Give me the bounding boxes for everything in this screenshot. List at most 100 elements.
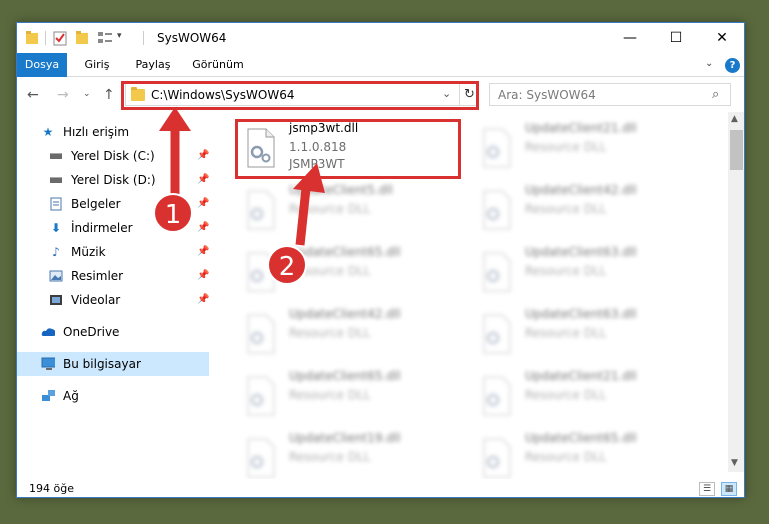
videos-icon [50,295,62,305]
scroll-down-icon[interactable]: ▼ [731,458,738,468]
file-description: Resource DLL [525,388,607,402]
details-view-icon[interactable]: ☰ [699,482,715,496]
file-version: 1.1.0.818 [289,140,347,154]
tiles-view-icon[interactable]: ▦ [721,482,737,496]
customize-chevron-icon[interactable]: ▾ [117,31,122,41]
dll-file-icon [483,252,511,292]
step-2-badge: 2 [267,245,307,285]
file-tile[interactable]: UpdateClient21.dll Resource DLL [475,366,695,426]
address-path[interactable]: C:\Windows\SysWOW64 [151,88,295,102]
navigation-bar: ← → ⌄ ↑ C:\Windows\SysWOW64 ⌄ ↻ Ara: Sys… [17,78,744,112]
sidebar-item-label: İndirmeler [71,221,133,235]
back-arrow-icon[interactable]: ← [27,87,39,103]
title-bar: ▾ SysWOW64 — ☐ ✕ [17,23,744,53]
drive-icon [50,153,62,159]
music-icon: ♪ [52,245,60,259]
tab-home[interactable]: Giriş [79,53,115,77]
minimize-button[interactable]: — [607,23,653,53]
pin-icon: 📌 [197,150,210,161]
refresh-icon[interactable]: ↻ [459,84,479,105]
file-name: UpdateClient21.dll [525,121,637,135]
search-box[interactable]: Ara: SysWOW64 ⌕ [489,83,731,106]
help-icon[interactable]: ? [725,58,740,73]
dll-file-icon [483,128,511,168]
file-tile-jsmp3wt[interactable]: jsmp3wt.dll 1.1.0.818 JSMP3WT [239,118,459,178]
address-bar[interactable]: C:\Windows\SysWOW64 ⌄ ↻ [125,83,479,106]
sidebar-item-videos[interactable]: Videolar 📌 [17,288,209,312]
file-name: UpdateClient63.dll [525,307,637,321]
status-bar: 194 öğe ☰ ▦ [17,479,744,497]
file-description: Resource DLL [525,202,607,216]
documents-icon [50,197,62,211]
search-input[interactable]: Ara: SysWOW64 [498,88,596,102]
file-tile[interactable]: UpdateClient5.dll Resource DLL [239,180,459,240]
sidebar-item-network[interactable]: Ağ [17,384,209,408]
sidebar-item-quick-access[interactable]: ★ Hızlı erişim [17,120,209,144]
scroll-up-icon[interactable]: ▲ [731,114,738,124]
file-name: UpdateClient21.dll [525,369,637,383]
file-name: UpdateClient42.dll [289,307,401,321]
file-name: UpdateClient65.dll [289,245,401,259]
tab-share[interactable]: Paylaş [129,53,177,77]
folder-icon[interactable] [25,30,39,46]
computer-icon [41,357,55,370]
up-arrow-icon[interactable]: ↑ [103,87,115,103]
star-icon: ★ [42,125,54,139]
dll-file-icon [247,128,275,168]
dll-file-icon [247,190,275,230]
dll-file-icon [483,190,511,230]
file-description: Resource DLL [525,264,607,278]
maximize-button[interactable]: ☐ [653,23,699,53]
sidebar-item-onedrive[interactable]: OneDrive [17,320,209,344]
sidebar-item-this-pc[interactable]: Bu bilgisayar [17,352,209,376]
separator [143,31,144,45]
sidebar-item-label: Videolar [71,293,121,307]
dll-file-icon [247,376,275,416]
sidebar-item-label: Bu bilgisayar [63,357,141,371]
file-tile[interactable]: UpdateClient42.dll Resource DLL [475,180,695,240]
sidebar-item-local-disk-d[interactable]: Yerel Disk (D:) 📌 [17,168,209,192]
view-options-icon[interactable] [97,30,113,46]
file-tile[interactable]: UpdateClient21.dll Resource DLL [475,118,695,178]
file-tile[interactable]: UpdateClient65.dll Resource DLL [239,366,459,426]
file-list: jsmp3wt.dll 1.1.0.818 JSMP3WT UpdateClie… [213,112,731,478]
step-1-badge: 1 [153,193,193,233]
search-icon[interactable]: ⌕ [712,87,719,102]
dll-file-icon [247,438,275,478]
sidebar-item-label: Belgeler [71,197,121,211]
close-button[interactable]: ✕ [699,23,744,53]
file-explorer-window: ▾ SysWOW64 — ☐ ✕ Dosya Giriş Paylaş Görü… [16,22,745,498]
cloud-icon [41,328,55,336]
tab-file[interactable]: Dosya [17,53,67,77]
file-name: UpdateClient5.dll [289,183,393,197]
file-tile[interactable]: UpdateClient63.dll Resource DLL [475,242,695,302]
file-name: UpdateClient19.dll [289,431,401,445]
file-name: UpdateClient65.dll [525,431,637,445]
recent-locations-chevron-icon[interactable]: ⌄ [83,89,91,99]
file-name: UpdateClient63.dll [525,245,637,259]
address-history-chevron-icon[interactable]: ⌄ [442,87,451,100]
pin-icon: 📌 [197,174,210,185]
scroll-thumb[interactable] [730,130,743,170]
properties-icon[interactable] [53,30,67,46]
file-name: jsmp3wt.dll [289,121,359,135]
close-icon: ✕ [716,30,728,46]
pin-icon: 📌 [197,222,210,233]
drive-icon [50,177,62,183]
sidebar-item-pictures[interactable]: Resimler 📌 [17,264,209,288]
dll-file-icon [483,314,511,354]
forward-arrow-icon[interactable]: → [57,87,69,103]
vertical-scrollbar[interactable]: ▲ ▼ [728,112,744,472]
file-description: Resource DLL [289,326,371,340]
sidebar-item-music[interactable]: ♪ Müzik 📌 [17,240,209,264]
file-description: Resource DLL [289,450,371,464]
tab-view[interactable]: Görünüm [189,53,247,77]
file-tile[interactable]: UpdateClient42.dll Resource DLL [239,304,459,364]
pictures-icon [49,270,63,282]
item-count: 194 öğe [29,482,74,495]
expand-ribbon-chevron-icon[interactable]: ⌄ [705,58,713,69]
sidebar-item-local-disk-c[interactable]: Yerel Disk (C:) 📌 [17,144,209,168]
download-icon: ⬇ [50,221,62,235]
file-tile[interactable]: UpdateClient63.dll Resource DLL [475,304,695,364]
new-folder-icon[interactable] [75,30,89,46]
